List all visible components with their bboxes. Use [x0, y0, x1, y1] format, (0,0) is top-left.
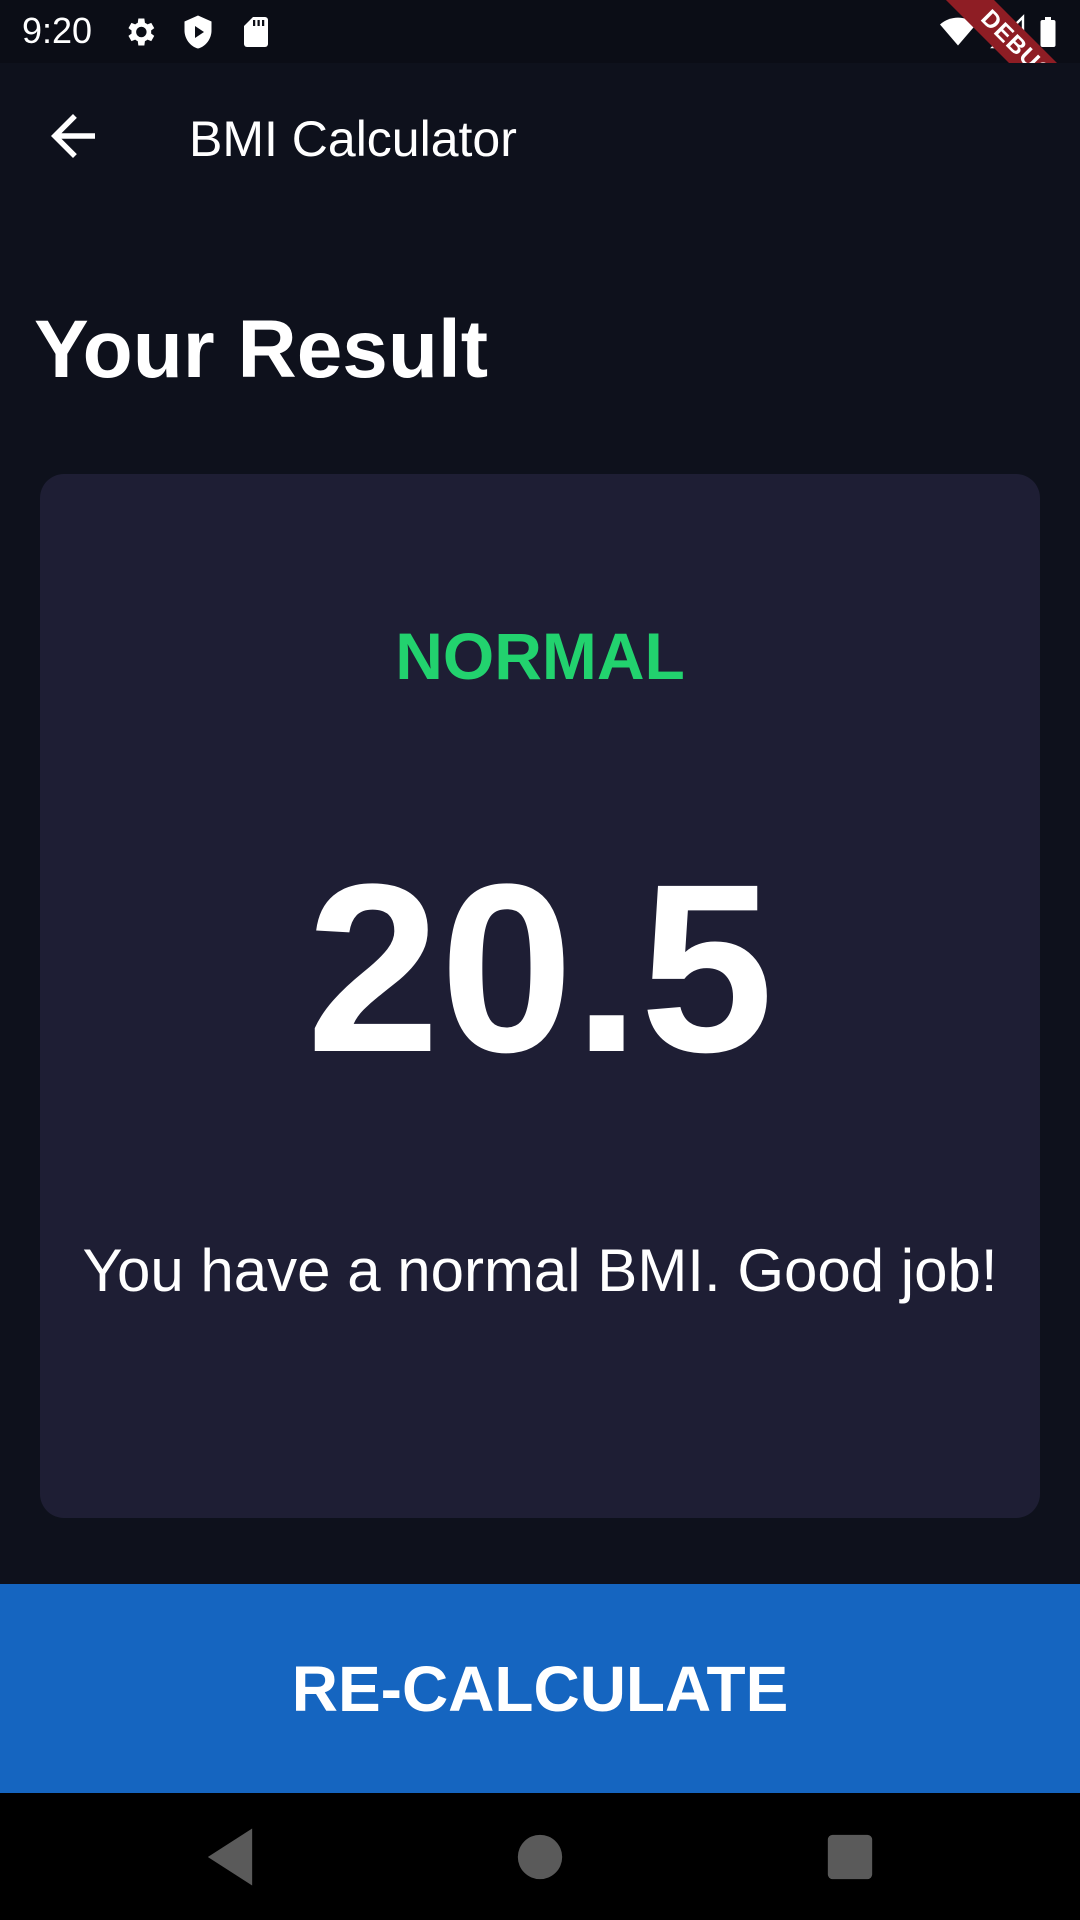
status-bar: 9:20: [0, 0, 1080, 63]
result-status: NORMAL: [395, 619, 685, 693]
result-message: You have a normal BMI. Good job!: [82, 1237, 998, 1304]
status-time: 9:20: [22, 10, 93, 51]
result-card: NORMAL 20.5 You have a normal BMI. Good …: [40, 474, 1040, 1518]
app-title: BMI Calculator: [189, 111, 517, 167]
back-triangle-icon[interactable]: [192, 1819, 268, 1895]
recalculate-button[interactable]: RE-CALCULATE: [0, 1584, 1080, 1793]
home-circle-icon[interactable]: [502, 1819, 578, 1895]
wifi-icon: [940, 17, 976, 46]
bmi-value: 20.5: [306, 834, 774, 1102]
sd-card-icon: [244, 17, 268, 47]
navigation-bar: [0, 1793, 1080, 1920]
page-title: Your Result: [34, 304, 489, 395]
signal-icon: [990, 14, 1025, 49]
gear-icon: [128, 18, 155, 46]
battery-icon: [1040, 17, 1056, 48]
recents-square-icon[interactable]: [812, 1819, 888, 1895]
arrow-back-icon[interactable]: [40, 103, 106, 169]
app-bar: BMI Calculator: [0, 63, 1080, 210]
shield-play-icon: [184, 15, 212, 49]
